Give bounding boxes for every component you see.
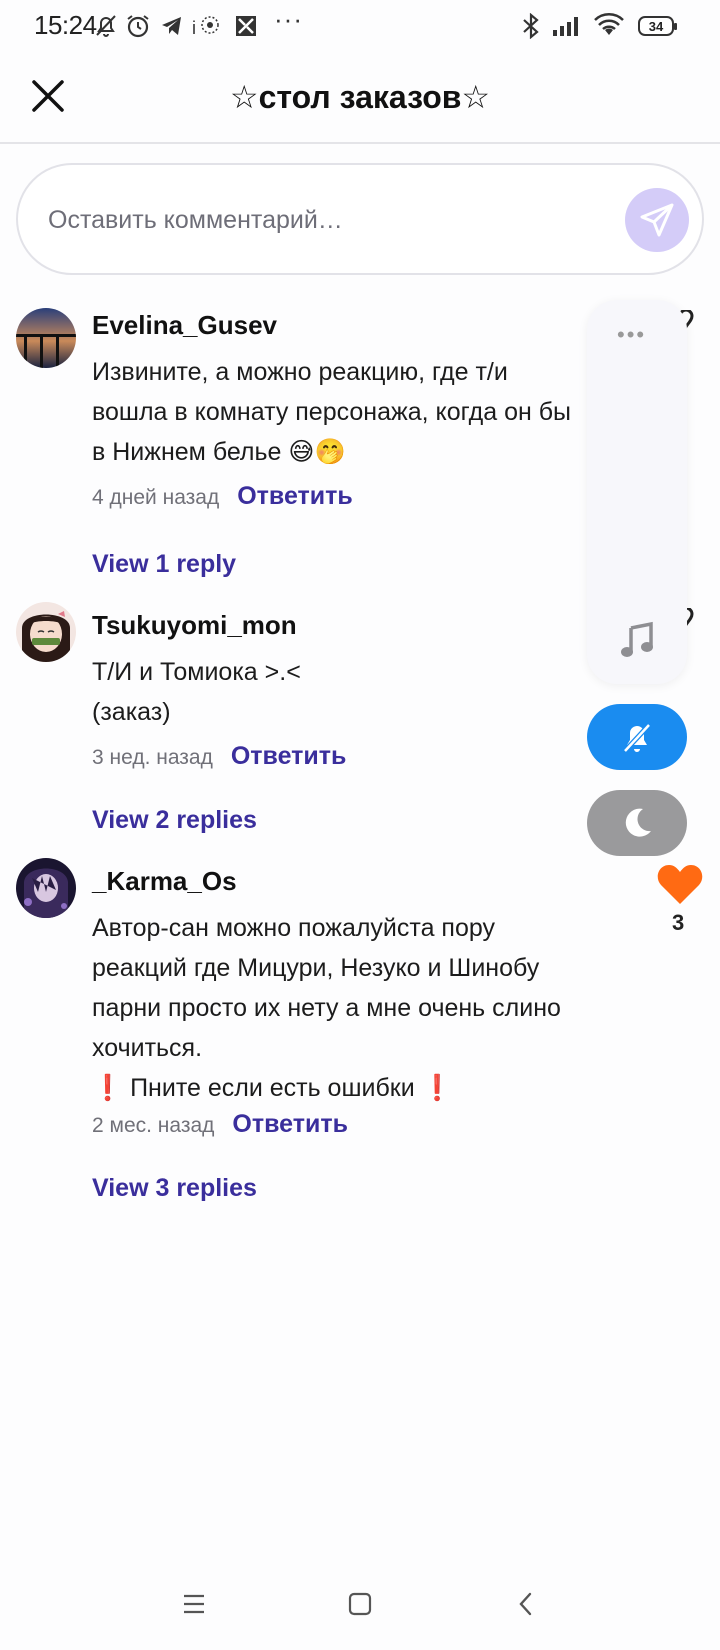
alarm-icon [124, 12, 152, 40]
battery-indicator: 34 [638, 16, 677, 36]
music-note-icon[interactable] [617, 620, 657, 660]
avatar[interactable] [16, 858, 76, 918]
comment-meta: 3 нед. назад Ответить [92, 742, 346, 771]
comment-author[interactable]: Evelina_Gusev [92, 310, 277, 341]
mute-notifications-button[interactable] [587, 704, 687, 770]
comment-author[interactable]: _Karma_Os [92, 866, 237, 897]
view-replies-button[interactable]: View 2 replies [92, 806, 257, 835]
system-nav-bar [0, 1560, 720, 1650]
avatar-image [16, 308, 76, 368]
comment-text-line: Извините, а можно реакцию, где т/и [92, 358, 508, 386]
avatar[interactable] [16, 602, 76, 662]
comment-meta: 4 дней назад Ответить [92, 482, 353, 511]
comment-text-line: хочиться. [92, 1034, 203, 1062]
comment-text-line: в Нижнем белье 😅🤭 [92, 438, 346, 466]
comment-text-line: Автор-сан можно пожалуйста пору [92, 914, 495, 942]
comment-meta: 2 мес. назад Ответить [92, 1110, 348, 1139]
comment-time: 3 нед. назад [92, 746, 213, 769]
back-icon[interactable] [506, 1584, 546, 1624]
comment-text-line: (заказ) [92, 698, 171, 726]
comment-time: 4 дней назад [92, 486, 220, 509]
screen: 15:24 i ··· 34 ☆стол заказов☆ Оставить к… [0, 0, 720, 1650]
bell-off-icon [92, 12, 120, 40]
view-replies-button[interactable]: View 3 replies [92, 1174, 257, 1203]
reply-button[interactable]: Ответить [231, 742, 347, 771]
home-icon[interactable] [340, 1584, 380, 1624]
page-title: ☆стол заказов☆ [229, 79, 491, 115]
comment-time: 2 мес. назад [92, 1114, 215, 1137]
comment-text-line: парни просто их нету а мне очень слино [92, 994, 561, 1022]
header: ☆стол заказов☆ [0, 52, 720, 144]
status-bar: 15:24 i ··· 34 [0, 0, 720, 52]
menu-icon[interactable] [174, 1584, 214, 1624]
like-count: 3 [672, 910, 685, 935]
comment-author[interactable]: Tsukuyomi_mon [92, 610, 297, 641]
telegram-icon [158, 12, 186, 40]
view-replies-button[interactable]: View 1 reply [92, 550, 236, 579]
status-time: 15:24 [34, 10, 97, 40]
send-icon [640, 203, 674, 237]
floating-tool-panel: ••• [587, 300, 687, 684]
avatar-image [16, 858, 76, 918]
bell-off-icon [623, 723, 651, 753]
night-mode-button[interactable] [587, 790, 687, 856]
comment-text-line: ❗ Пните если есть ошибки ❗ [92, 1074, 453, 1102]
more-dots-icon[interactable]: ••• [617, 322, 646, 348]
comment-text: Извините, а можно реакцию, где т/и вошла… [92, 352, 612, 472]
signal-icon [550, 12, 584, 40]
reply-button[interactable]: Ответить [237, 482, 353, 511]
comment-input[interactable] [48, 195, 608, 245]
comment-composer [16, 163, 704, 275]
moon-icon [625, 808, 651, 837]
send-button[interactable] [625, 188, 689, 252]
ip-icon: i [190, 12, 222, 40]
wifi-icon [592, 12, 626, 40]
comment-text: Т/И и Томиока >.< (заказ) [92, 652, 612, 732]
avatar-image [16, 602, 76, 662]
app-icon [232, 12, 260, 40]
comment-text-line: реакций где Мицури, Незуко и Шинобу [92, 954, 540, 982]
bluetooth-icon [518, 12, 544, 40]
comment-text-line: Т/И и Томиока >.< [92, 658, 301, 686]
comment-text-line: вошла в комнату персонажа, когда он бы [92, 398, 572, 426]
comment-text: Автор-сан можно пожалуйста пору реакций … [92, 908, 592, 1108]
reply-button[interactable]: Ответить [232, 1110, 348, 1139]
more-dots-icon: ··· [274, 4, 303, 34]
heart-icon [657, 865, 703, 904]
like-button[interactable] [656, 862, 704, 906]
avatar[interactable] [16, 308, 76, 368]
svg-text:i: i [192, 18, 196, 38]
